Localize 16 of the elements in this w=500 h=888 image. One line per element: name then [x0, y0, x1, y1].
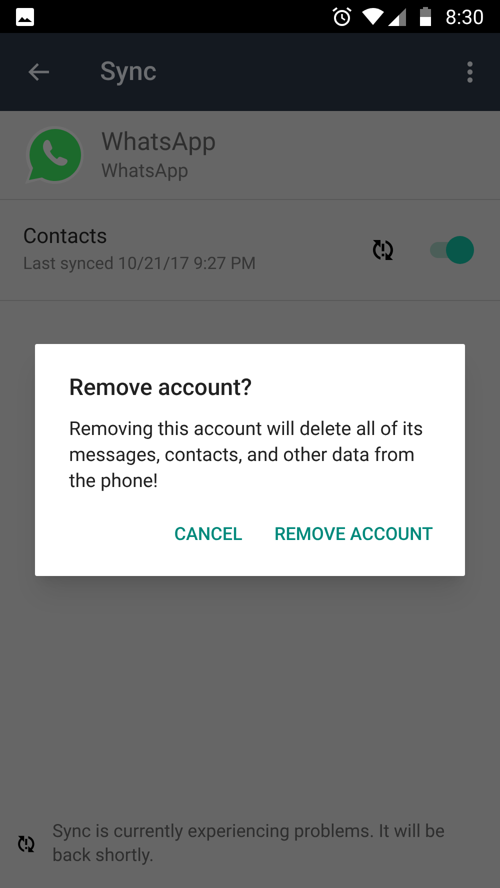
image-icon — [16, 8, 34, 26]
dialog-message: Removing this account will delete all of its messages, contacts, and other data from the phone! — [69, 416, 424, 494]
signal-icon — [388, 8, 406, 26]
screen-title: Sync — [100, 56, 158, 88]
sync-item-label: Contacts — [23, 224, 108, 251]
wifi-icon — [362, 8, 384, 25]
dialog-title: Remove account? — [69, 373, 253, 403]
dialog-button[interactable]: REMOVE ACCOUNT — [266, 514, 441, 554]
sync-toggle[interactable] — [430, 235, 474, 265]
account-name: WhatsApp — [101, 126, 216, 158]
clock-time: 8:30 — [445, 4, 484, 30]
alarm-clock-icon — [332, 6, 352, 26]
dialog-button[interactable]: CANCEL — [166, 514, 250, 554]
sync-problem-message: Sync is currently experiencing problems. It will be back shortly. — [52, 820, 446, 868]
more-options-icon — [467, 61, 473, 83]
battery-icon — [420, 7, 432, 26]
